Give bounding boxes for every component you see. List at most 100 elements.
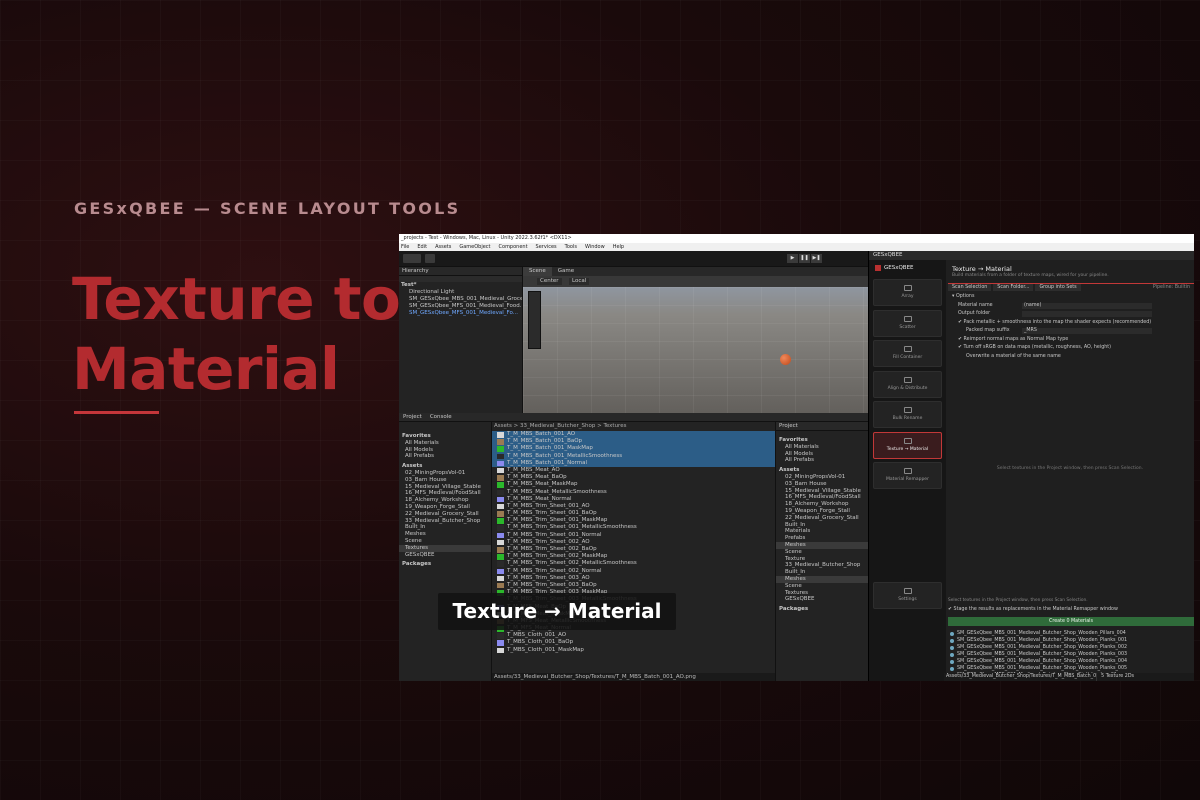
texture-file-item[interactable]: T_M_MBS_Meat_Normal	[492, 496, 775, 503]
texture-file-item[interactable]: T_M_MBS_Trim_Sheet_001_Normal	[492, 532, 775, 539]
tool-bulk-rename-button[interactable]: Bulk Rename	[873, 401, 942, 428]
project-tree-item[interactable]: 18_Alchemy_Workshop	[399, 497, 491, 504]
project-tree-item[interactable]: Scene	[776, 583, 868, 590]
project-tree-item[interactable]: Meshes	[399, 531, 491, 538]
project-tree-item[interactable]: 16_MFS_Medieval/FoodStall	[776, 494, 868, 501]
project-tree-item[interactable]: 33_Medieval_Butcher_Shop	[776, 562, 868, 569]
project-tree-item[interactable]: Packages	[399, 561, 491, 568]
pack-metallic-toggle[interactable]: ✔ Pack metallic + smoothness into the ma…	[952, 319, 1192, 328]
hierarchy-item[interactable]: SM_GESxQbee_MFS_001_Medieval_Fo...	[399, 310, 522, 317]
breadcrumb[interactable]: Assets > 33_Medieval_Butcher_Shop > Text…	[492, 422, 775, 431]
scene-viewport[interactable]	[523, 287, 868, 413]
hierarchy-item[interactable]: Test*	[399, 282, 522, 289]
remapper-list-item[interactable]: SM_GESxQbee_MBS_001_Medieval_Butcher_Sho…	[948, 651, 1194, 658]
pause-button[interactable]: ❚❚	[799, 254, 810, 263]
texture-file-item[interactable]: T_M_MBS_Trim_Sheet_003_AO	[492, 575, 775, 582]
texture-file-item[interactable]: T_M_MBS_Trim_Sheet_003_BaOp	[492, 582, 775, 589]
project-tree-item[interactable]: Texture	[776, 556, 868, 563]
project-tree-item[interactable]: Packages	[776, 606, 868, 613]
project-tree-item[interactable]: Materials	[776, 528, 868, 535]
tool-array-button[interactable]: Array	[873, 279, 942, 306]
project-tree-item[interactable]: Built_In	[776, 522, 868, 529]
texture-file-item[interactable]: T_M_MBS_Meat_AO	[492, 467, 775, 474]
sphere-object[interactable]	[780, 354, 791, 365]
tool-scatter-button[interactable]: Scatter	[873, 309, 942, 337]
reimport-normals-toggle[interactable]: ✔ Reimport normal maps as Normal Map typ…	[952, 336, 1192, 345]
pivot-center-dropdown[interactable]: Center	[537, 278, 562, 285]
tab-console[interactable]: Console	[426, 413, 456, 421]
texture-file-item[interactable]: T_M_MBS_Batch_001_AO	[492, 431, 775, 439]
project-tree-item[interactable]: 19_Weapon_Forge_Stall	[399, 504, 491, 511]
project-tree-item[interactable]: Meshes	[776, 541, 868, 549]
menu-item[interactable]: Component	[499, 243, 528, 251]
tool-align-distribute-button[interactable]: Align & Distribute	[873, 370, 942, 398]
scan-folder-button[interactable]: Scan Folder...	[993, 284, 1034, 291]
project-tree-item[interactable]: All Materials	[399, 440, 491, 447]
project-tree-item[interactable]: All Prefabs	[399, 453, 491, 460]
project-tree-item[interactable]: Assets	[776, 467, 868, 474]
project-tree-item[interactable]: 18_Alchemy_Workshop	[776, 501, 868, 508]
remapper-list-item[interactable]: SM_GESxQbee_MBS_001_Medieval_Butcher_Sho…	[948, 637, 1194, 644]
create-materials-button[interactable]: Create 0 Materials	[948, 617, 1194, 626]
tool-material-remapper-button[interactable]: Material Remapper	[873, 462, 942, 489]
project-tree-item[interactable]: Textures	[776, 590, 868, 597]
tab-project-2[interactable]: Project	[776, 422, 868, 431]
project-tree-item[interactable]: Scene	[776, 549, 868, 556]
texture-file-item[interactable]: T_M_MBS_Trim_Sheet_002_MaskMap	[492, 553, 775, 560]
texture-file-item[interactable]: T_MBS_Cloth_001_MaskMap	[492, 647, 775, 654]
project-tree-item[interactable]: 03_Barn House	[776, 481, 868, 488]
tab-project[interactable]: Project	[399, 413, 426, 421]
project-tree-item[interactable]: 22_Medieval_Grocery_Stall	[399, 511, 491, 518]
tool-settings-button[interactable]: Settings	[873, 582, 942, 609]
menu-item[interactable]: Help	[613, 243, 624, 251]
project-tree-item[interactable]: Prefabs	[776, 535, 868, 542]
tab-scene[interactable]: Scene	[523, 267, 552, 276]
scan-selection-button[interactable]: Scan Selection	[948, 284, 992, 291]
options-header[interactable]: ▾ Options	[952, 293, 1192, 302]
project-tree-item[interactable]: Scene	[399, 538, 491, 545]
project-tree-item[interactable]: 02_MiningPropsVol-01	[776, 474, 868, 481]
texture-file-item[interactable]: T_M_MBS_Meat_MaskMap	[492, 481, 775, 488]
project-tree-item[interactable]: 16_MFS_Medieval/FoodStall	[399, 490, 491, 497]
remapper-list-item[interactable]: SM_GESxQbee_MBS_001_Medieval_Butcher_Sho…	[948, 644, 1194, 651]
project-tree-item[interactable]: 19_Weapon_Forge_Stall	[776, 508, 868, 515]
project-tree-item[interactable]: All Prefabs	[776, 457, 868, 464]
texture-file-item[interactable]: T_M_MBS_Trim_Sheet_002_AO	[492, 539, 775, 546]
project-tree-item[interactable]: All Models	[776, 451, 868, 458]
hierarchy-item[interactable]: SM_GESxQbee_MBS_001_Medieval_Groce...	[399, 296, 522, 303]
menu-item[interactable]: Window	[585, 243, 605, 251]
texture-file-item[interactable]: T_M_MBS_Batch_001_MetallicSmoothness	[492, 452, 775, 460]
remapper-list-item[interactable]: SM_GESxQbee_MBS_001_Medieval_Butcher_Sho…	[948, 665, 1194, 672]
texture-file-item[interactable]: T_M_MBS_Meat_MetallicSmoothness	[492, 489, 775, 496]
stage-remapper-toggle[interactable]: ✔ Stage the results as replacements in t…	[948, 607, 1194, 612]
project-tree-item[interactable]: 02_MiningPropsVol-01	[399, 470, 491, 477]
overwrite-toggle[interactable]: Overwrite a material of the same name	[952, 353, 1192, 362]
pivot-local-dropdown[interactable]: Local	[569, 278, 590, 285]
menu-item[interactable]: Assets	[435, 243, 451, 251]
output-folder-field[interactable]	[1022, 311, 1152, 317]
texture-file-item[interactable]: T_M_MBS_Trim_Sheet_002_MetallicSmoothnes…	[492, 560, 775, 567]
project-tree-item[interactable]: Built_In	[776, 569, 868, 576]
remapper-list-item[interactable]: SM_GESxQbee_MBS_001_Medieval_Butcher_Sho…	[948, 630, 1194, 637]
texture-file-item[interactable]: T_M_MBS_Trim_Sheet_001_BaOp	[492, 510, 775, 517]
account-button[interactable]	[403, 254, 421, 263]
project-tree-item[interactable]: Assets	[399, 463, 491, 470]
hierarchy-item[interactable]: SM_GESxQbee_MFS_001_Medieval_Food...	[399, 303, 522, 310]
project-tree-item[interactable]: GESxQBEE	[399, 552, 491, 559]
texture-file-item[interactable]: T_MBS_Cloth_001_BaOp	[492, 639, 775, 646]
project-tree-item[interactable]: 15_Medieval_Village_Stable	[776, 488, 868, 495]
menu-item[interactable]: Tools	[565, 243, 577, 251]
tool-fill-container-button[interactable]: Fill Container	[873, 340, 942, 367]
texture-file-item[interactable]: T_M_MBS_Trim_Sheet_002_BaOp	[492, 546, 775, 553]
step-button[interactable]: ▶❚	[811, 254, 822, 263]
texture-file-item[interactable]: T_M_MBS_Trim_Sheet_001_MetallicSmoothnes…	[492, 524, 775, 531]
menu-item[interactable]: Edit	[417, 243, 427, 251]
group-into-sets-button[interactable]: Group into Sets	[1035, 284, 1081, 291]
hierarchy-tab[interactable]: Hierarchy	[399, 267, 522, 276]
project-tree-item[interactable]: Meshes	[776, 575, 868, 583]
remapper-list-item[interactable]: SM_GESxQbee_MBS_001_Medieval_Butcher_Sho…	[948, 658, 1194, 665]
material-name-field[interactable]: (name)	[1022, 302, 1152, 309]
texture-file-item[interactable]: T_M_MBS_Meat_BaOp	[492, 474, 775, 481]
menu-item[interactable]: GameObject	[459, 243, 490, 251]
hierarchy-item[interactable]: Directional Light	[399, 289, 522, 296]
